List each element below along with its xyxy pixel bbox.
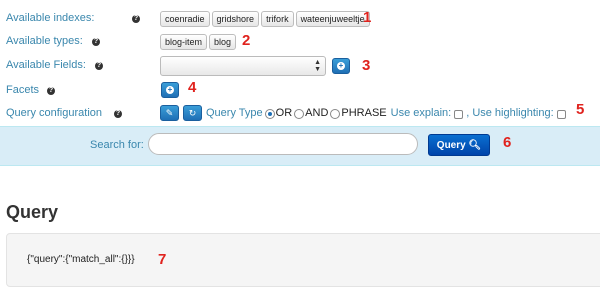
marker-1: 1 bbox=[363, 9, 372, 26]
available-types-label: Available types: bbox=[6, 35, 83, 47]
help-icon-indexes[interactable]: ? bbox=[132, 15, 140, 23]
radio-and[interactable] bbox=[294, 109, 305, 119]
help-icon-types[interactable]: ? bbox=[92, 38, 100, 46]
query-button-label: Query bbox=[436, 140, 466, 151]
add-facet-button[interactable]: + bbox=[161, 82, 179, 98]
help-icon-facets[interactable]: ? bbox=[47, 87, 55, 95]
use-highlighting-checkbox[interactable] bbox=[556, 109, 566, 119]
refresh-icon[interactable]: ↻ bbox=[183, 105, 202, 121]
plus-circle-icon: + bbox=[337, 61, 345, 70]
help-icon-query-config[interactable]: ? bbox=[114, 110, 122, 118]
radio-phrase[interactable] bbox=[330, 109, 341, 119]
facets-label: Facets bbox=[6, 84, 40, 96]
index-chips: coenradie gridshore trifork wateenjuweel… bbox=[160, 11, 372, 27]
marker-7: 7 bbox=[158, 251, 167, 268]
type-chip-blog-item[interactable]: blog-item bbox=[160, 34, 208, 50]
add-field-button[interactable]: + bbox=[332, 58, 350, 74]
type-chip-blog[interactable]: blog bbox=[209, 34, 237, 50]
query-configuration-label: Query configuration bbox=[6, 107, 102, 119]
plus-circle-icon: + bbox=[166, 85, 174, 94]
query-button[interactable]: Query 🔍︎ bbox=[428, 134, 490, 156]
query-config-controls: ✎ ↻ Query Type OR AND PHRASE Use explain… bbox=[160, 105, 569, 121]
marker-5: 5 bbox=[576, 101, 585, 118]
query-type-label: Query Type bbox=[206, 107, 263, 119]
available-indexes-label: Available indexes: bbox=[6, 12, 95, 24]
radio-or-label: OR bbox=[275, 107, 293, 119]
use-explain-checkbox[interactable] bbox=[454, 109, 464, 119]
marker-4: 4 bbox=[188, 79, 197, 96]
marker-6: 6 bbox=[503, 134, 512, 151]
fields-select[interactable]: ▲ ▼ bbox=[160, 56, 326, 76]
search-for-label: Search for: bbox=[90, 139, 144, 151]
marker-2: 2 bbox=[242, 32, 251, 49]
index-chip-gridshore[interactable]: gridshore bbox=[211, 11, 260, 27]
marker-3: 3 bbox=[362, 57, 371, 74]
use-explain-label: Use explain: bbox=[390, 107, 452, 119]
index-chip-trifork[interactable]: trifork bbox=[261, 11, 294, 27]
radio-phrase-label: PHRASE bbox=[341, 107, 387, 119]
type-chips: blog-item blog bbox=[160, 34, 238, 50]
available-fields-label: Available Fields: bbox=[6, 59, 86, 71]
query-json-text: {"query":{"match_all":{}}} bbox=[27, 254, 135, 265]
search-input[interactable] bbox=[148, 133, 418, 155]
radio-and-label: AND bbox=[305, 107, 329, 119]
index-chip-wateenjuweeltje[interactable]: wateenjuweeltje bbox=[295, 11, 370, 27]
updown-arrows-icon: ▲ ▼ bbox=[314, 59, 321, 73]
use-highlighting-label: , Use highlighting: bbox=[466, 107, 554, 119]
search-icon: 🔍︎ bbox=[468, 140, 482, 151]
query-heading: Query bbox=[6, 202, 59, 222]
help-icon-fields[interactable]: ? bbox=[95, 62, 103, 70]
index-chip-coenradie[interactable]: coenradie bbox=[160, 11, 210, 27]
edit-icon[interactable]: ✎ bbox=[160, 105, 179, 121]
radio-or[interactable] bbox=[264, 109, 275, 119]
